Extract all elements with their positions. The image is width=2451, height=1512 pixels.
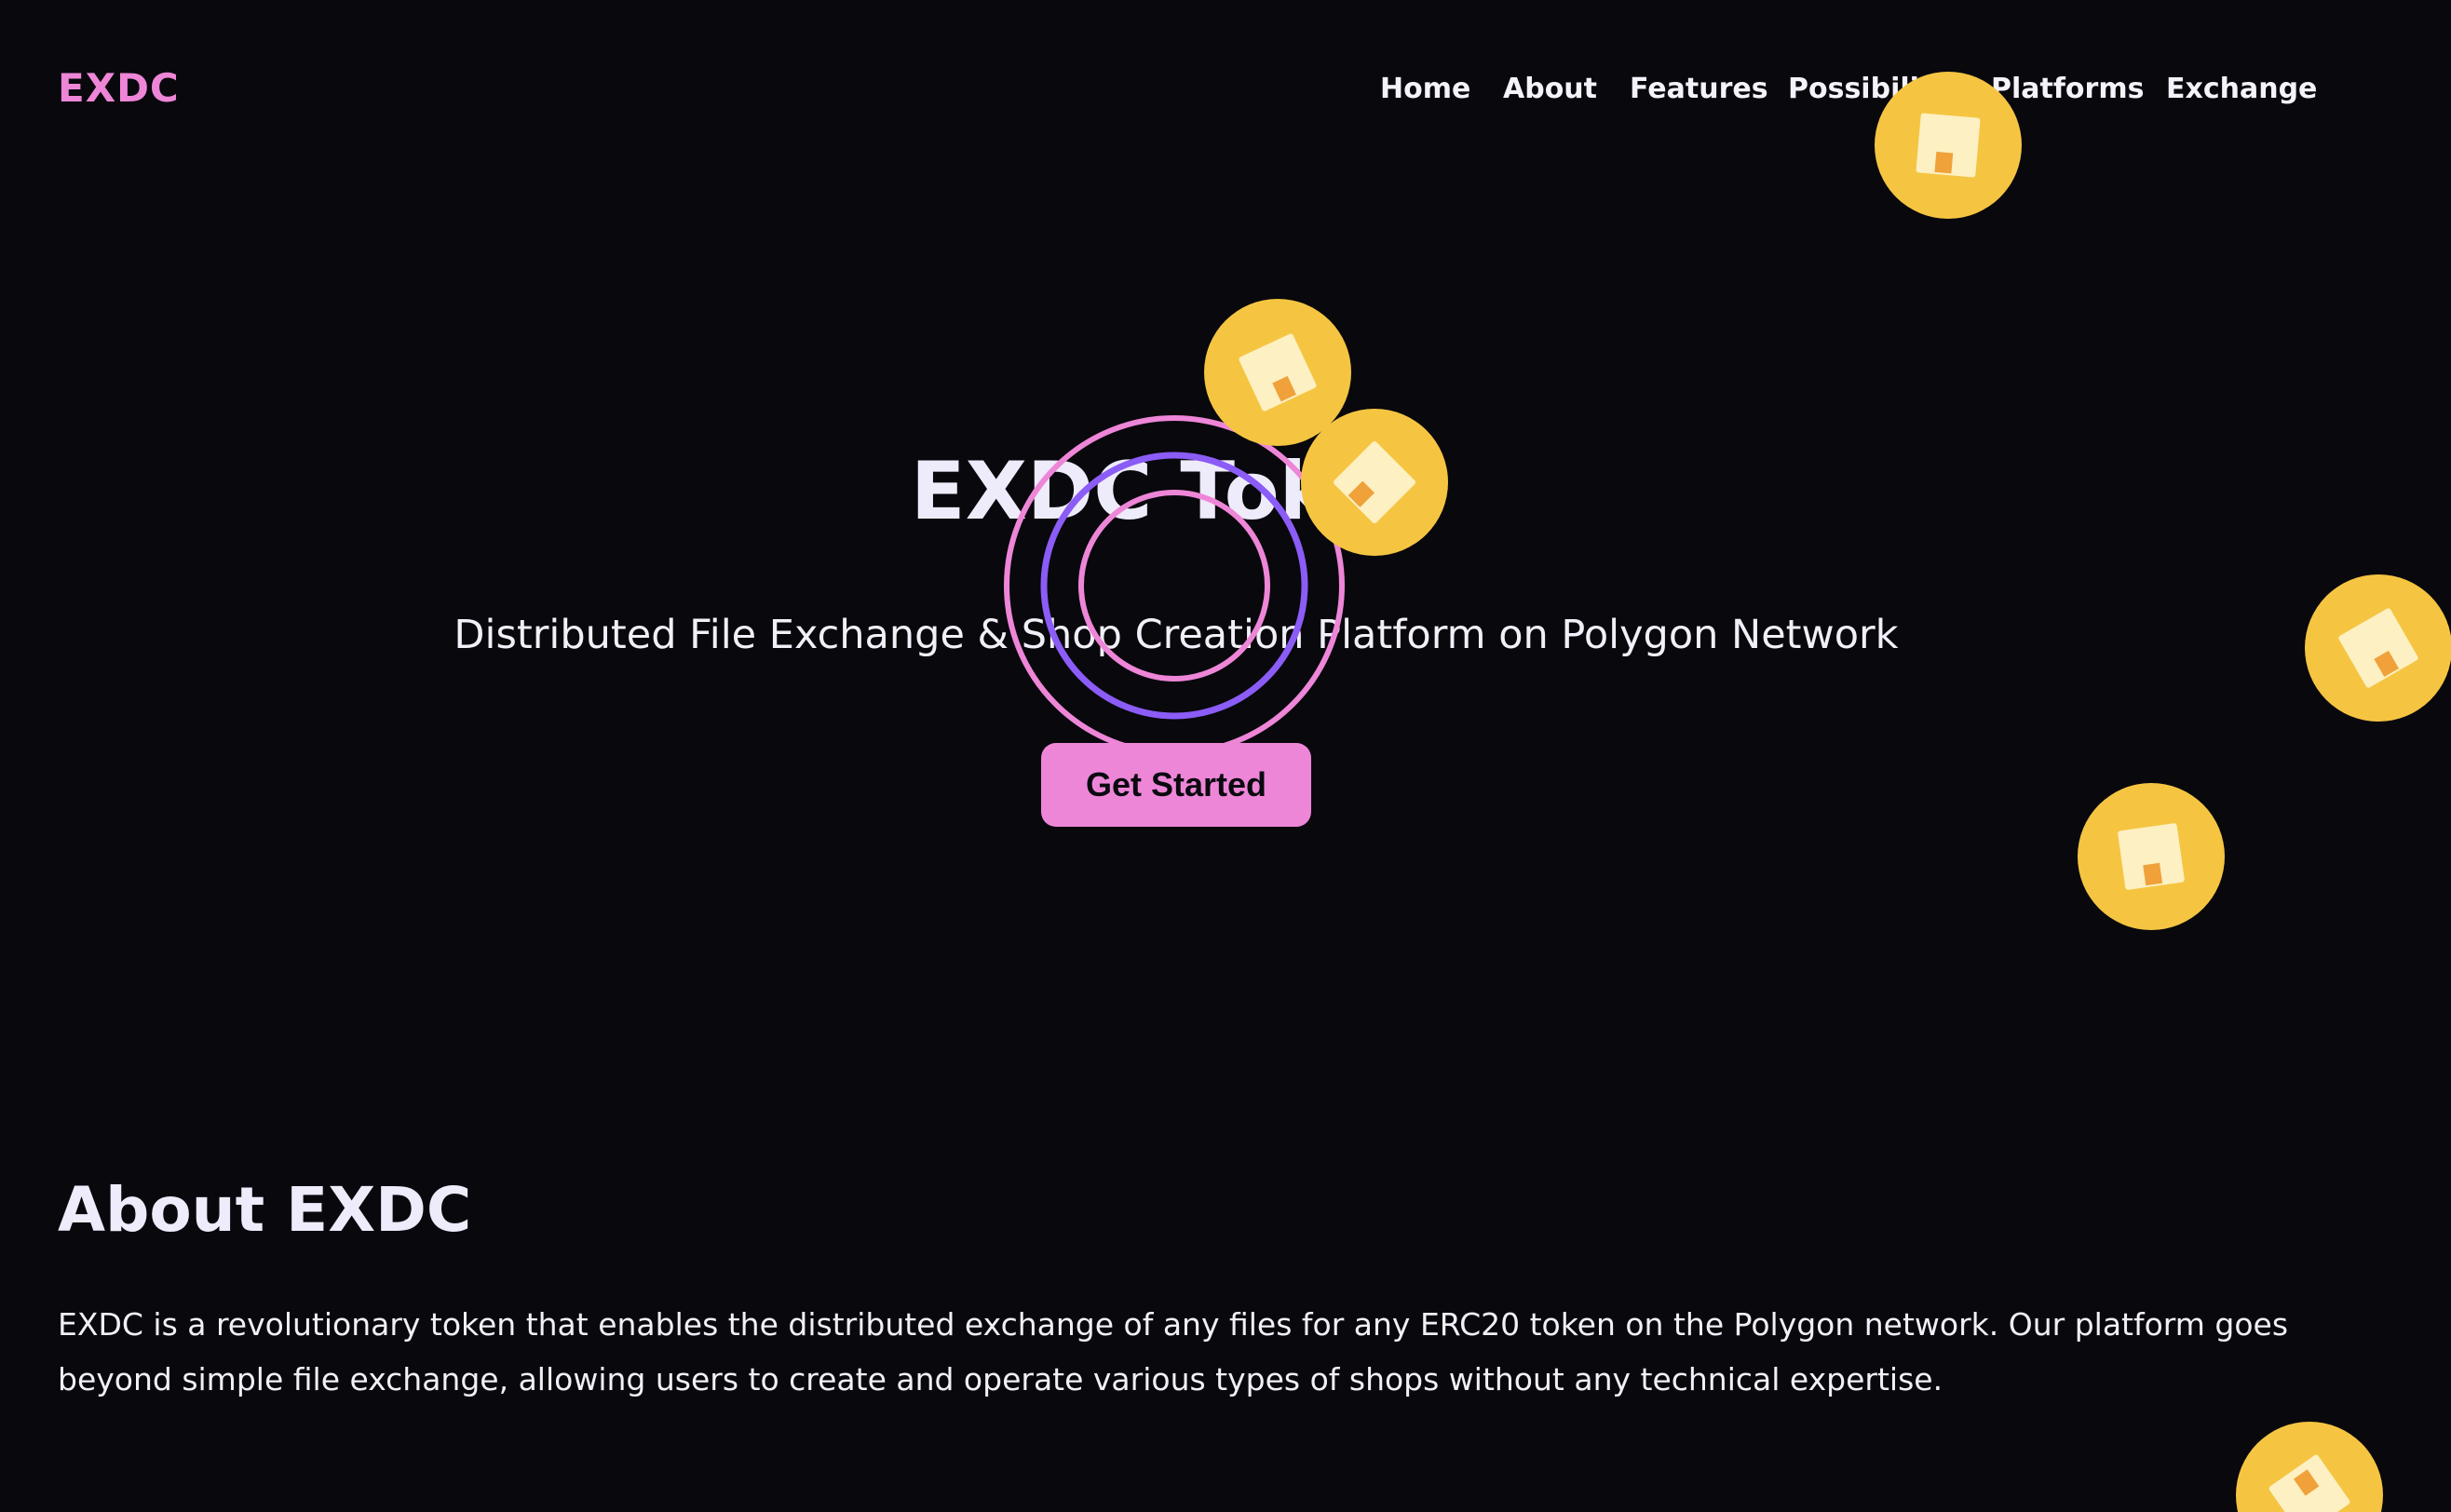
coin-icon	[1301, 409, 1448, 556]
nav-link-about[interactable]: About	[1503, 73, 1597, 105]
coin-icon	[2236, 1422, 2383, 1512]
page: EXDC Home About Features Possibilities P…	[0, 0, 2451, 1512]
get-started-button[interactable]: Get Started	[1041, 743, 1311, 827]
nav-link-features[interactable]: Features	[1630, 73, 1768, 105]
coin-icon	[1875, 72, 2022, 219]
about-title: About EXDC	[58, 1174, 472, 1246]
brand-logo[interactable]: EXDC	[58, 65, 180, 111]
concentric-rings-icon	[1004, 415, 1345, 756]
main-nav: Home About Features Possibilities Platfo…	[1304, 73, 2328, 114]
coin-icon	[2305, 574, 2451, 722]
nav-link-home[interactable]: Home	[1380, 73, 1470, 105]
coin-icon	[2078, 783, 2225, 930]
nav-link-exchange[interactable]: Exchange	[2166, 73, 2317, 105]
about-description: EXDC is a revolutionary token that enabl…	[58, 1306, 2289, 1397]
